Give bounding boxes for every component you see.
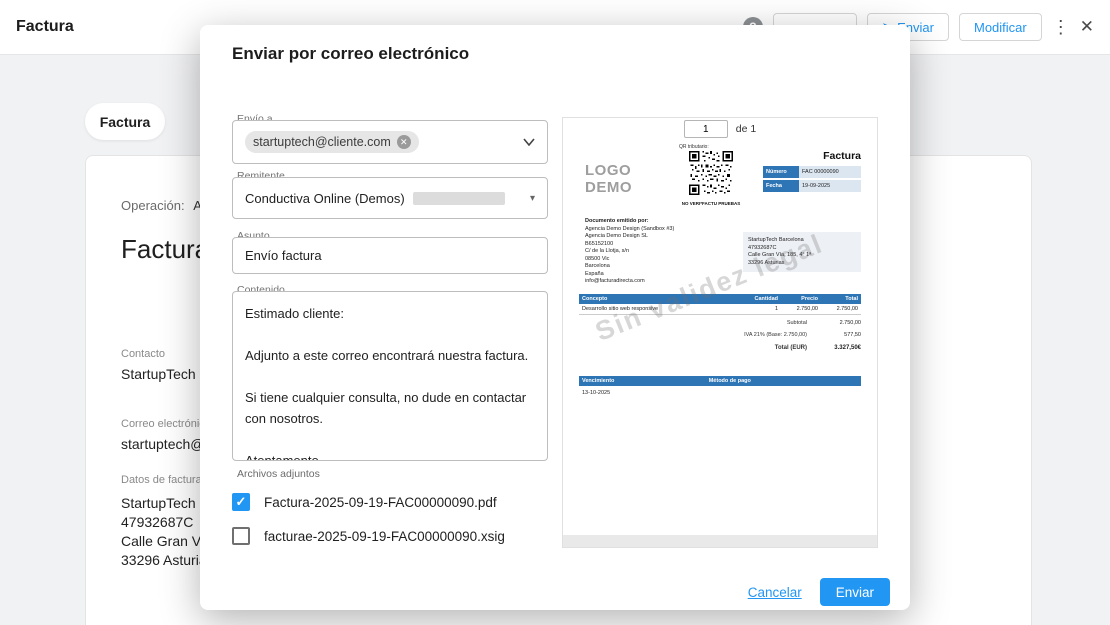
pdf-preview-panel[interactable]: de 1 LOGO DEMO QR tributario:	[562, 117, 878, 548]
contact-label: Contacto	[121, 348, 166, 360]
close-icon[interactable]: ✕	[1080, 17, 1094, 37]
sender-redacted-text	[412, 191, 505, 205]
invoice-preview-page: LOGO DEMO QR tributario: NO VERI*FACTU P…	[563, 140, 877, 535]
payment-method-label: Método de pago	[708, 378, 751, 384]
issuer-lines: Agencia Demo Design (Sandbox #3) Agencia…	[585, 225, 675, 285]
total-row: Total (EUR) 3.327,50€	[775, 345, 861, 351]
body-textarea[interactable]: Estimado cliente: Adjunto a este correo …	[232, 291, 548, 461]
subtotal-label: Subtotal	[786, 320, 807, 326]
attachment-name-xsig: facturae-2025-09-19-FAC00000090.xsig	[264, 528, 505, 544]
send-email-dialog: Enviar por correo electrónico Envío a st…	[200, 25, 910, 610]
kebab-menu-icon[interactable]: ⋮	[1052, 17, 1070, 38]
document-title-text: Factura	[121, 234, 210, 264]
invoice-title: Factura	[823, 150, 861, 162]
qr-caption: NO VERI*FACTU PRUEBAS	[681, 201, 741, 206]
page-total: de 1	[735, 123, 757, 135]
invoice-meta: Número FAC 00000090 Fecha 19-09-2025	[763, 166, 861, 192]
page-title: Factura	[16, 18, 74, 35]
col-cantidad: Cantidad	[754, 296, 778, 302]
col-precio: Precio	[801, 296, 818, 302]
tax-value: 577,50	[844, 332, 861, 338]
qr-code-icon	[689, 151, 733, 195]
modify-label: Modificar	[974, 19, 1027, 35]
dialog-title: Enviar por correo electrónico	[232, 44, 470, 63]
due-label: Vencimiento	[582, 378, 615, 384]
dropdown-caret-icon[interactable]: ▾	[530, 193, 535, 204]
total-value: 3.327,50€	[834, 345, 861, 351]
page-number-input[interactable]	[683, 120, 728, 138]
tab-factura[interactable]: Factura	[85, 103, 165, 140]
invoice-logo: LOGO DEMO	[585, 162, 632, 196]
subtotal-value: 2.750,00	[839, 320, 861, 326]
sender-value: Conductiva Online (Demos)	[245, 190, 405, 206]
attachment-checkbox-pdf[interactable]	[232, 493, 250, 511]
recipient-chip-text: startuptech@cliente.com	[253, 135, 391, 149]
screen: Factura ? ➤ Enviar Modificar ⋮ ✕ Factura…	[0, 0, 1110, 625]
issuer-label: Documento emitido por:	[585, 218, 649, 224]
subject-value: Envío factura	[245, 248, 322, 263]
attachment-checkbox-xsig[interactable]	[232, 527, 250, 545]
invoice-number-label: Número	[763, 166, 799, 178]
col-total: Total	[845, 296, 858, 302]
attachment-row: facturae-2025-09-19-FAC00000090.xsig	[232, 527, 505, 545]
cell-precio: 2.750,00	[796, 306, 818, 312]
cell-total: 2.750,00	[836, 306, 858, 312]
invoice-date-label: Fecha	[763, 180, 799, 192]
dialog-footer: Cancelar Enviar	[748, 578, 890, 606]
recipient-chip[interactable]: startuptech@cliente.com ✕	[245, 131, 419, 153]
email-label: Correo electrónico	[121, 418, 211, 430]
qr-label: QR tributario:	[679, 144, 709, 150]
sender-select[interactable]: Conductiva Online (Demos) ▾	[232, 177, 548, 219]
chevron-down-icon[interactable]	[523, 138, 535, 146]
attachments-label: Archivos adjuntos	[237, 468, 320, 480]
tax-row: IVA 21% (Base: 2.750,00) 577,50	[744, 332, 861, 338]
chip-remove-icon[interactable]: ✕	[396, 135, 411, 149]
cancel-button[interactable]: Cancelar	[748, 585, 802, 600]
issuer-block: Documento emitido por: Agencia Demo Desi…	[585, 218, 674, 286]
subject-input[interactable]: Envío factura	[232, 237, 548, 274]
pdf-pager: de 1	[563, 118, 877, 141]
modify-button[interactable]: Modificar	[959, 13, 1042, 41]
operation-label: Operación:	[121, 198, 185, 213]
qr-block: QR tributario: NO VERI*FACTU PRUEBAS	[679, 144, 743, 206]
recipient-field[interactable]: startuptech@cliente.com ✕	[232, 120, 548, 164]
subtotal-row: Subtotal 2.750,00	[787, 320, 861, 326]
invoice-number: FAC 00000090	[799, 166, 861, 178]
tax-label: IVA 21% (Base: 2.750,00)	[744, 332, 807, 338]
cell-cantidad: 1	[774, 306, 778, 312]
due-date: 13-10-2025	[582, 390, 611, 396]
invoice-date: 19-09-2025	[799, 180, 861, 192]
send-button[interactable]: Enviar	[819, 578, 890, 606]
total-label: Total (EUR)	[774, 345, 807, 351]
attachment-row: Factura-2025-09-19-FAC00000090.pdf	[232, 493, 497, 511]
attachment-name-pdf: Factura-2025-09-19-FAC00000090.pdf	[264, 494, 497, 510]
due-payment-bar: Vencimiento Método de pago	[579, 376, 861, 386]
